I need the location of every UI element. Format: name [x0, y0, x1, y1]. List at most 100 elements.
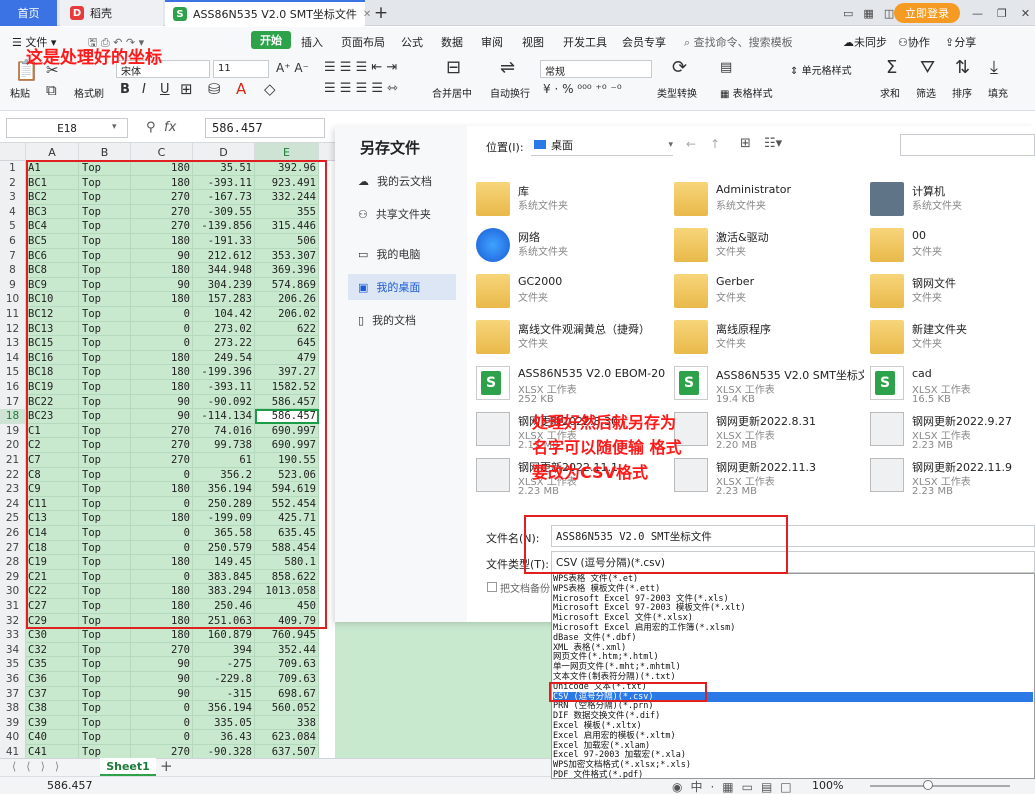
sum-icon[interactable]: Σ: [886, 59, 897, 77]
cell[interactable]: 344.948: [193, 263, 255, 278]
cell[interactable]: Top: [79, 526, 131, 541]
cell[interactable]: 622: [255, 321, 319, 337]
filetype-option[interactable]: WPS加密文档格式(*.xlsx;*.xls): [553, 760, 1033, 770]
filetype-option[interactable]: PDF 文件格式(*.pdf): [553, 770, 1033, 780]
cell[interactable]: Top: [79, 219, 131, 234]
cell[interactable]: C2: [26, 438, 79, 453]
cell[interactable]: Top: [79, 190, 131, 205]
paste-button[interactable]: 粘贴: [10, 85, 30, 100]
cell[interactable]: Top: [79, 263, 131, 278]
command-search[interactable]: ⌕ 查找命令、搜索模板: [684, 34, 793, 50]
cell[interactable]: 36.43: [193, 730, 255, 745]
cell[interactable]: 270: [131, 453, 193, 468]
row-number[interactable]: 26: [0, 526, 26, 541]
cell[interactable]: 0: [131, 701, 193, 716]
cell[interactable]: 690.997: [255, 438, 319, 453]
row-number[interactable]: 6: [0, 234, 26, 249]
cell[interactable]: 304.239: [193, 277, 255, 293]
cell[interactable]: -393.11: [193, 380, 255, 395]
cell[interactable]: BC5: [26, 234, 79, 249]
row-number[interactable]: 18: [0, 409, 26, 424]
login-button[interactable]: 立即登录: [894, 3, 960, 23]
cell[interactable]: C7: [26, 453, 79, 468]
cell[interactable]: -114.134: [193, 409, 255, 424]
row-number[interactable]: 8: [0, 263, 26, 278]
merge-icon[interactable]: ⊟: [446, 59, 461, 77]
cell[interactable]: C35: [26, 657, 79, 672]
cell[interactable]: C22: [26, 584, 79, 599]
cell[interactable]: 0: [131, 715, 193, 731]
table-style-button[interactable]: ▦ 表格样式: [720, 85, 773, 100]
cell[interactable]: C13: [26, 511, 79, 526]
fill-color-icon[interactable]: ⛁: [208, 81, 221, 97]
cell[interactable]: Top: [79, 540, 131, 556]
cell[interactable]: 270: [131, 190, 193, 205]
cell[interactable]: C40: [26, 730, 79, 745]
row-number[interactable]: 37: [0, 686, 26, 702]
border-icon[interactable]: ⊞: [180, 81, 193, 97]
row-number[interactable]: 13: [0, 336, 26, 351]
cell[interactable]: Top: [79, 496, 131, 512]
cell[interactable]: 586.457: [255, 409, 319, 424]
cell[interactable]: 338: [255, 715, 319, 731]
cell[interactable]: 635.45: [255, 526, 319, 541]
tab-insert[interactable]: 插入: [301, 34, 323, 50]
row-number[interactable]: 23: [0, 482, 26, 497]
column-header-a[interactable]: A: [26, 143, 79, 161]
row-number[interactable]: 31: [0, 599, 26, 614]
cell[interactable]: 383.294: [193, 584, 255, 599]
number-format-select[interactable]: 常规: [540, 60, 652, 78]
row-number[interactable]: 36: [0, 672, 26, 687]
cell[interactable]: -199.396: [193, 365, 255, 380]
sheet-tab-sheet1[interactable]: Sheet1: [100, 758, 156, 776]
cell[interactable]: Top: [79, 715, 131, 731]
cell[interactable]: 180: [131, 511, 193, 526]
tab-daoke[interactable]: D 稻壳: [60, 0, 163, 26]
column-header-b[interactable]: B: [79, 143, 131, 161]
layout-icon[interactable]: ▭: [843, 7, 853, 20]
side-shared-folder[interactable]: ⚇ 共享文件夹: [348, 201, 456, 227]
cell[interactable]: 104.42: [193, 307, 255, 322]
cell[interactable]: 623.084: [255, 730, 319, 745]
row-number[interactable]: 16: [0, 380, 26, 395]
file-item[interactable]: 计算机 系统文件夹: [870, 180, 1035, 220]
font-grow-icon[interactable]: A⁺ A⁻: [276, 60, 309, 76]
row-number[interactable]: 29: [0, 569, 26, 585]
cell[interactable]: 180: [131, 628, 193, 643]
cell[interactable]: Top: [79, 204, 131, 220]
cell[interactable]: C18: [26, 540, 79, 556]
cell[interactable]: 270: [131, 204, 193, 220]
italic-icon[interactable]: I: [142, 82, 146, 98]
row-number[interactable]: 39: [0, 715, 26, 731]
sort-icon[interactable]: ⇅: [955, 59, 970, 77]
cell[interactable]: 180: [131, 599, 193, 614]
cell[interactable]: 180: [131, 292, 193, 307]
cell[interactable]: 594.619: [255, 482, 319, 497]
filetype-option[interactable]: Excel 模板(*.xltx): [553, 721, 1033, 731]
tab-home[interactable]: 首页: [0, 0, 57, 26]
cell[interactable]: Top: [79, 511, 131, 526]
file-item[interactable]: 钢网更新2022.8.31 XLSX 工作表 2.20 MB: [674, 410, 864, 451]
filetype-option[interactable]: WPS表格 文件(*.et): [553, 574, 1033, 584]
cell[interactable]: 180: [131, 234, 193, 249]
cell[interactable]: 273.22: [193, 336, 255, 351]
tab-start[interactable]: 开始: [251, 31, 291, 49]
cell[interactable]: 180: [131, 613, 193, 629]
cell[interactable]: 250.579: [193, 540, 255, 556]
cell[interactable]: 450: [255, 599, 319, 614]
file-item[interactable]: Gerber 文件夹: [674, 272, 864, 312]
cell[interactable]: C36: [26, 672, 79, 687]
cell[interactable]: 180: [131, 482, 193, 497]
cell[interactable]: -393.11: [193, 175, 255, 191]
cell[interactable]: 180: [131, 365, 193, 380]
file-item[interactable]: 钢网更新2022.9.27 XLSX 工作表 2.23 MB: [870, 410, 1035, 451]
tab-developer[interactable]: 开发工具: [563, 34, 607, 50]
filetype-option[interactable]: Microsoft Excel 97-2003 模板文件(*.xlt): [553, 603, 1033, 613]
zoom-formula-icon[interactable]: ⚲: [146, 120, 156, 135]
cell[interactable]: Top: [79, 277, 131, 293]
skin-icon[interactable]: ◫: [884, 7, 894, 20]
cell[interactable]: -309.55: [193, 204, 255, 220]
zoom-slider[interactable]: [870, 785, 1010, 787]
cell[interactable]: 273.02: [193, 321, 255, 337]
cell[interactable]: -191.33: [193, 234, 255, 249]
